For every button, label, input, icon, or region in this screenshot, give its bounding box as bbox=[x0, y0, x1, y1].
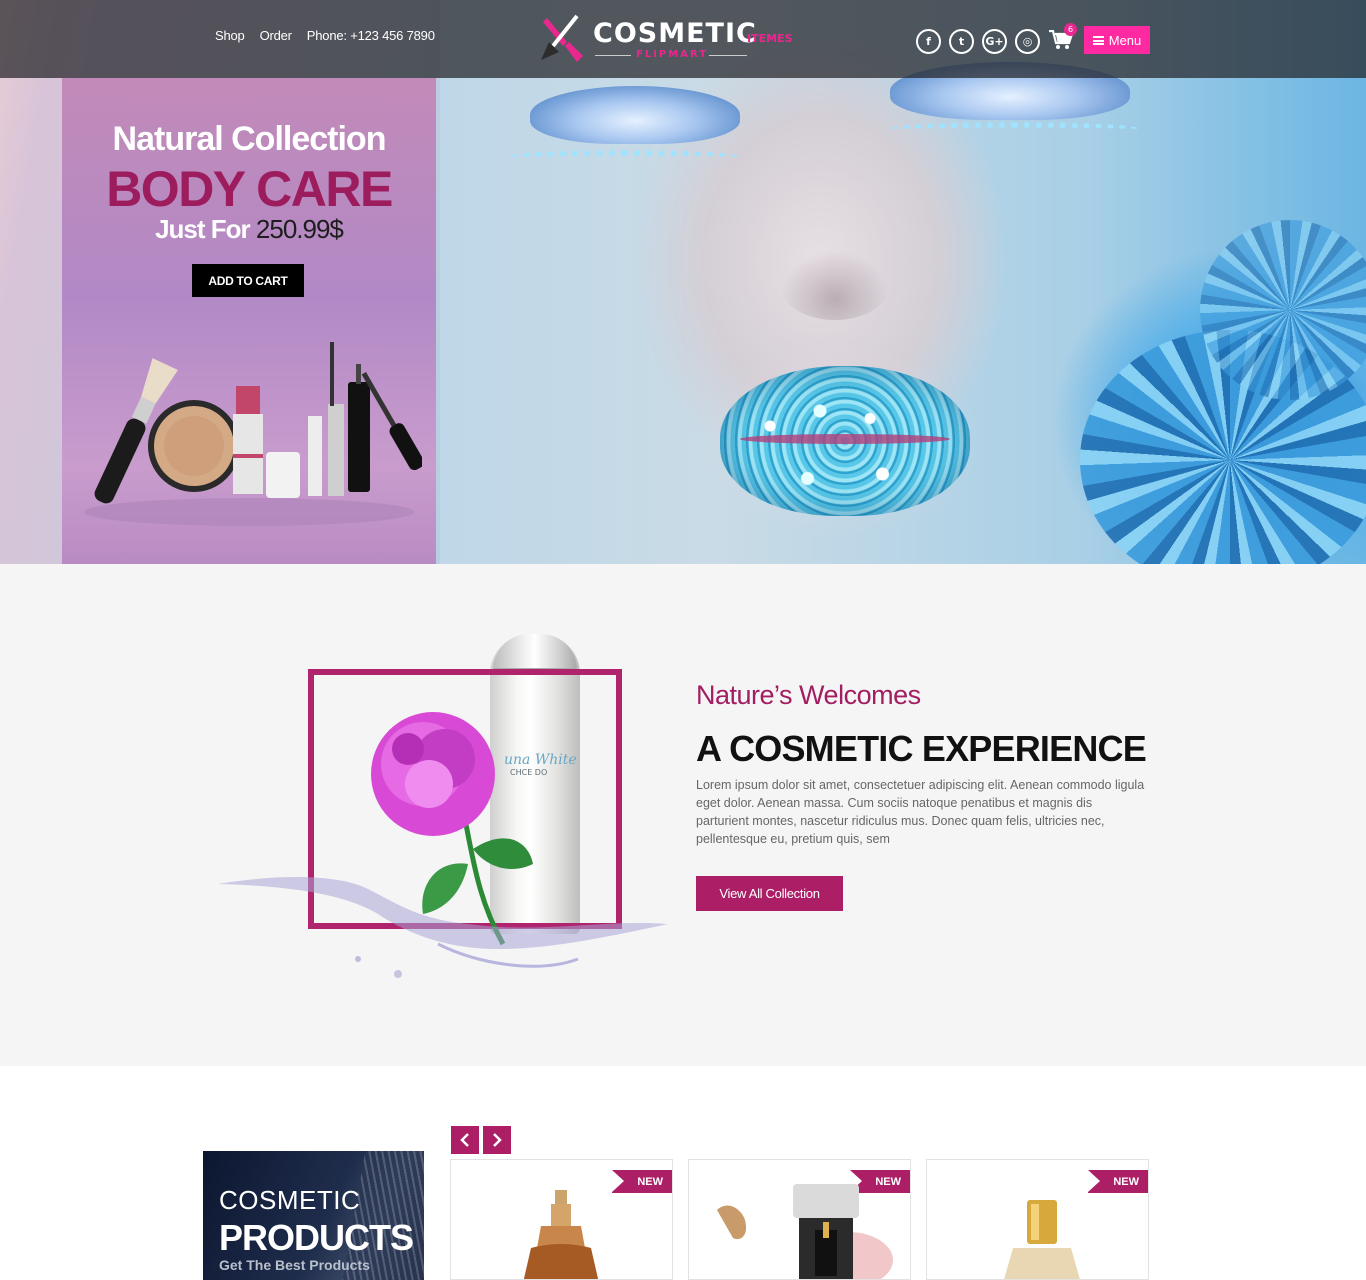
makeup-brush-icon bbox=[541, 14, 583, 62]
nav-shop-link[interactable]: Shop bbox=[215, 28, 245, 43]
promo-headline: BODY CARE bbox=[106, 161, 393, 217]
next-arrow-button[interactable] bbox=[483, 1126, 511, 1154]
promo-price-line: Just For 250.99$ bbox=[62, 214, 436, 245]
left-eye bbox=[530, 86, 740, 144]
menu-label: Menu bbox=[1108, 32, 1142, 48]
nav-phone: Phone: +123 456 7890 bbox=[306, 28, 435, 43]
add-to-cart-button[interactable]: ADD TO CART bbox=[192, 264, 304, 297]
section-title: A COSMETIC EXPERIENCE bbox=[696, 728, 1147, 769]
promo-panel: Natural Collection BODY CARE Just For 25… bbox=[62, 78, 436, 564]
product-card[interactable]: NEW bbox=[926, 1159, 1149, 1280]
facebook-icon[interactable]: f bbox=[916, 29, 941, 54]
prev-arrow-button[interactable] bbox=[451, 1126, 479, 1154]
new-badge: NEW bbox=[1088, 1170, 1148, 1193]
social-links: f t G+ ◎ bbox=[916, 29, 1040, 54]
bottle-cap bbox=[493, 634, 577, 670]
water-splash-image bbox=[218, 877, 668, 978]
new-badge: NEW bbox=[612, 1170, 672, 1193]
carousel-controls bbox=[451, 1126, 511, 1154]
cosmetic-products-banner[interactable]: COSMETIC PRODUCTS Get The Best Products bbox=[203, 1151, 424, 1280]
product-card[interactable]: NEW bbox=[688, 1159, 911, 1280]
product-image bbox=[717, 1184, 893, 1279]
instagram-icon[interactable]: ◎ bbox=[1015, 29, 1040, 54]
logo-tag: ITEMES bbox=[747, 32, 793, 45]
twitter-icon[interactable]: t bbox=[949, 29, 974, 54]
product-card[interactable]: NEW bbox=[450, 1159, 673, 1280]
logo-wordmark: COSMETIC bbox=[593, 18, 757, 49]
banner-line1: COSMETIC bbox=[219, 1185, 361, 1215]
product-image bbox=[1004, 1200, 1080, 1279]
right-lashes bbox=[890, 122, 1140, 136]
banner-line3: Get The Best Products bbox=[219, 1257, 370, 1273]
left-lashes bbox=[510, 150, 740, 164]
chevron-right-icon bbox=[493, 1133, 502, 1147]
main-nav: Shop Order Phone: +123 456 7890 bbox=[215, 28, 435, 43]
cosmetics-products-image bbox=[84, 342, 422, 526]
nav-order-link[interactable]: Order bbox=[260, 28, 292, 43]
logo-divider bbox=[595, 55, 631, 56]
chevron-left-icon bbox=[460, 1133, 469, 1147]
google-plus-icon[interactable]: G+ bbox=[982, 29, 1007, 54]
logo-divider bbox=[709, 55, 747, 56]
hero-model-image bbox=[440, 0, 1366, 564]
feature-product-image: una White CHCE DO bbox=[218, 634, 668, 999]
welcome-section: una White CHCE DO Nature’s Welcomes A CO… bbox=[0, 564, 1366, 1066]
top-navigation-bar: Shop Order Phone: +123 456 7890 COSMETIC… bbox=[0, 0, 1366, 78]
products-section: COSMETIC PRODUCTS Get The Best Products … bbox=[0, 1066, 1366, 1280]
section-kicker: Nature’s Welcomes bbox=[696, 680, 921, 710]
price-value: 250.99$ bbox=[255, 214, 344, 244]
blue-fluff-decoration bbox=[1200, 220, 1366, 400]
promo-line1: Natural Collection bbox=[112, 120, 387, 158]
banner-line2: PRODUCTS bbox=[219, 1217, 414, 1258]
lip-line bbox=[740, 434, 950, 444]
site-logo[interactable]: COSMETIC ITEMES FLIPMART bbox=[537, 12, 799, 66]
price-label: Just For bbox=[155, 214, 251, 244]
view-all-collection-button[interactable]: View All Collection bbox=[696, 876, 843, 911]
nose-shading bbox=[780, 250, 890, 320]
menu-button[interactable]: Menu bbox=[1084, 26, 1150, 54]
hero-banner: Natural Collection BODY CARE Just For 25… bbox=[0, 0, 1366, 564]
cart-count-badge: 6 bbox=[1064, 23, 1077, 36]
product-image bbox=[523, 1190, 599, 1279]
hamburger-icon bbox=[1092, 35, 1104, 45]
logo-subtitle: FLIPMART bbox=[636, 49, 709, 60]
section-body: Lorem ipsum dolor sit amet, consectetuer… bbox=[696, 778, 1145, 846]
